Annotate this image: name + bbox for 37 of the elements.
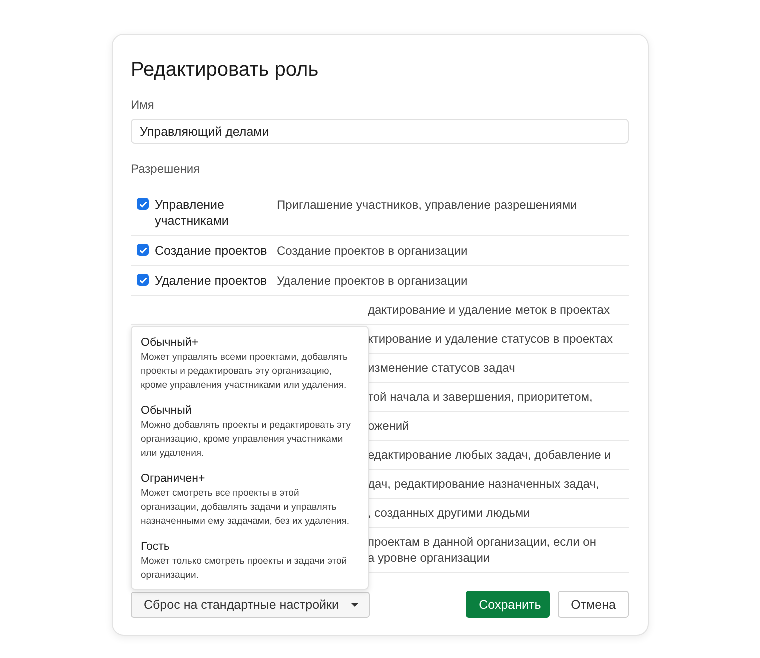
- cancel-button[interactable]: Отмена: [558, 591, 629, 618]
- checkbox[interactable]: [137, 244, 149, 256]
- permission-description: Приглашение участников, управление разрешениями: [277, 197, 578, 213]
- menu-item-title: Обычный: [141, 404, 193, 419]
- caret-icon: [350, 602, 359, 606]
- permission-description: Создание проектов в организации: [277, 243, 468, 259]
- menu-item-description: Может смотреть все проекты в этой организации, добавлять задачи и управлять назначенными ему задачами, без их удаления.: [141, 487, 351, 529]
- name-input-field[interactable]: Управляющий делами: [131, 119, 629, 144]
- menu-item[interactable]: Обычный+ Может управлять всеми проектами, добавлять проекты и редактировать эту организацию, кроме управления участниками или удаления.: [141, 335, 359, 403]
- permission-description: , созданных другими людьми: [368, 505, 530, 521]
- menu-item-description: Может управлять всеми проектами, добавлять проекты и редактировать эту организацию, кроме управления участниками или удаления.: [141, 351, 349, 393]
- field-label: Имя: [131, 98, 156, 112]
- menu-item-title: Обычный+: [141, 336, 200, 351]
- permission-description: той начала и завершения, приоритетом,: [368, 389, 593, 405]
- menu-item-title: Гость: [141, 540, 171, 555]
- permission-name: Удаление проектов: [155, 273, 268, 289]
- permission-description: Удаление проектов в организации: [277, 273, 468, 289]
- reset-dropdown[interactable]: Сброс на стандартные настройки: [131, 592, 370, 618]
- permission-description: ктирование и удаление статусов в проектах: [368, 331, 613, 347]
- save-button[interactable]: Сохранить: [466, 591, 550, 618]
- checkbox[interactable]: [137, 198, 149, 210]
- dialog-title: Редактировать роль: [131, 58, 320, 83]
- section-label: Разрешения: [131, 162, 202, 176]
- permission-description: ожений: [368, 418, 410, 434]
- menu-item-description: Может только смотреть проекты и задачи этой организации.: [141, 555, 348, 583]
- permission-name: Создание проектов: [155, 243, 268, 259]
- permission-name: Управление участниками: [155, 197, 230, 229]
- permission-description: едактирование любых задач, добавление и: [368, 447, 612, 463]
- menu-item[interactable]: Гость Может только смотреть проекты и задачи этой организации.: [141, 539, 359, 583]
- menu-item-title: Ограничен+: [141, 472, 206, 487]
- menu-item[interactable]: Обычный Можно добавлять проекты и редактировать эту организацию, кроме управления участниками или удаления.: [141, 403, 359, 471]
- permission-description: изменение статусов задач: [368, 360, 516, 376]
- menu-item[interactable]: Ограничен+ Может смотреть все проекты в этой организации, добавлять задачи и управлять назначенными ему задачами, без их удаления.: [141, 471, 359, 539]
- permission-description: дактирование и удаление меток в проектах: [368, 302, 610, 318]
- checkbox[interactable]: [137, 274, 149, 286]
- permission-description: проектам в данной организации, если он а уровне организации: [368, 534, 596, 566]
- menu-item-description: Можно добавлять проекты и редактировать эту организацию, кроме управления участниками или удаления.: [141, 419, 352, 461]
